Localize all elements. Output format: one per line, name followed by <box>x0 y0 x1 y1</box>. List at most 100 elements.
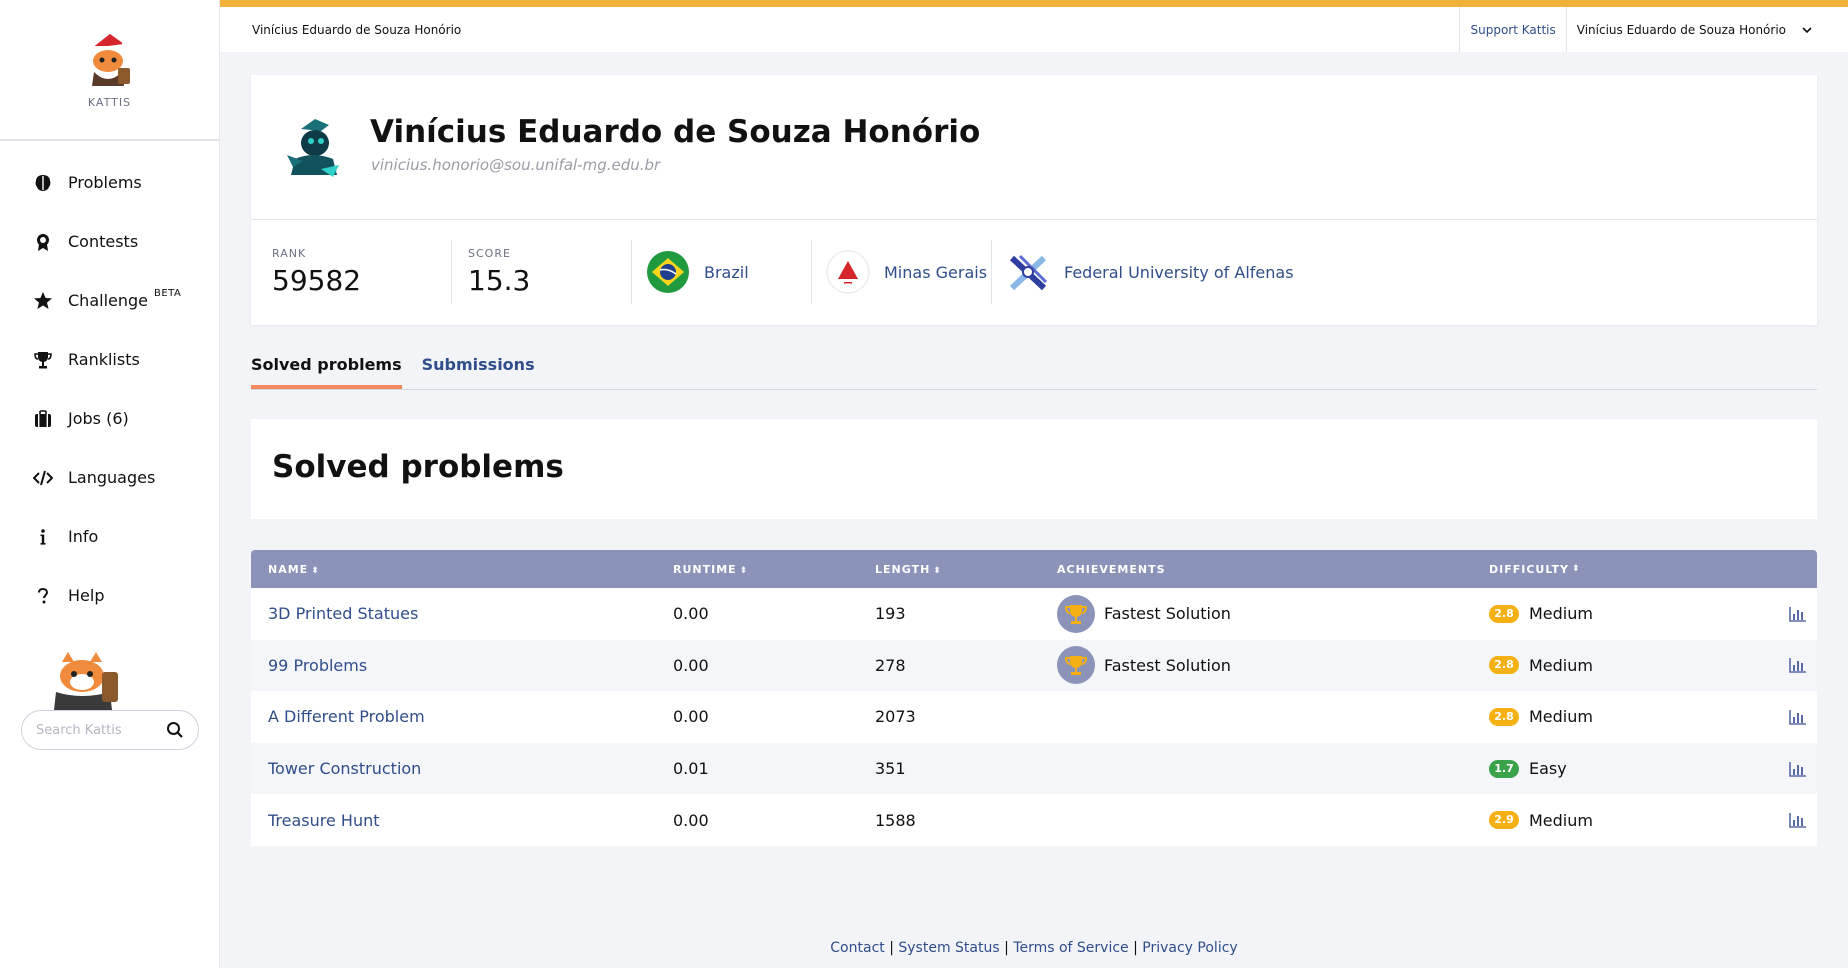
trophy-icon <box>1057 646 1095 685</box>
rank-label: RANK <box>272 247 307 260</box>
contact-link[interactable]: Contact <box>830 940 884 956</box>
account-name: Vinícius Eduardo de Souza Honório <box>1576 22 1786 37</box>
difficulty-badge: 2.8 <box>1489 604 1519 623</box>
problem-link[interactable]: Treasure Hunt <box>268 811 380 830</box>
bar-chart-icon[interactable] <box>1789 657 1807 674</box>
nav-label-contests: Contests <box>68 232 139 251</box>
country-link[interactable]: Brazil <box>632 240 812 304</box>
account-menu[interactable]: Vinícius Eduardo de Souza Honório <box>1565 7 1848 52</box>
nav-item-challenge[interactable]: Challenge BETA <box>0 271 219 330</box>
kattis-logo-icon[interactable] <box>78 30 142 86</box>
sort-icon: ⬍ <box>311 565 320 576</box>
university-logo-icon <box>1009 254 1048 291</box>
bar-chart-icon[interactable] <box>1789 761 1807 777</box>
university-link[interactable]: Federal University of Alfenas <box>992 240 1308 304</box>
profile-name: Vinícius Eduardo de Souza Honório <box>370 114 981 150</box>
nav-item-languages[interactable]: Languages <box>0 448 219 507</box>
problem-link[interactable]: 99 Problems <box>268 656 367 675</box>
avatar <box>287 119 339 177</box>
difficulty-cell: 2.8 Medium <box>1489 604 1779 623</box>
nav-item-jobs[interactable]: Jobs (6) <box>0 389 219 448</box>
nav-item-help[interactable]: Help <box>0 566 219 625</box>
nav-item-info[interactable]: Info <box>0 507 219 566</box>
difficulty-badge: 1.7 <box>1489 759 1519 778</box>
search-input[interactable] <box>36 722 156 738</box>
question-icon <box>32 585 54 607</box>
problem-link[interactable]: 3D Printed Statues <box>268 604 418 623</box>
search-box[interactable] <box>21 710 199 750</box>
tab-submissions[interactable]: Submissions <box>422 345 535 389</box>
header-name-label: NAME <box>268 562 309 576</box>
kattis-mascot-icon <box>54 652 118 710</box>
profile-stats: RANK 59582 SCORE 15.3 Brazil Minas Gerai… <box>251 220 1817 324</box>
difficulty-label: Medium <box>1529 655 1593 675</box>
nav-label-challenge: Challenge <box>68 291 148 310</box>
table-row: Treasure Hunt 0.00 1588 2.9 Medium <box>251 794 1817 846</box>
minas-gerais-flag-icon <box>826 250 870 294</box>
chevron-down-icon <box>1802 26 1812 33</box>
achievement-cell: Fastest Solution <box>1057 646 1489 685</box>
table-row: Tower Construction 0.01 351 1.7 Easy <box>251 742 1817 795</box>
achievement-label: Fastest Solution <box>1104 655 1231 675</box>
solved-problems-title: Solved problems <box>272 449 564 485</box>
nav-item-ranklists[interactable]: Ranklists <box>0 330 219 389</box>
column-header-difficulty[interactable]: DIFFICULTY ⬍ <box>1489 563 1779 576</box>
trophy-icon <box>32 349 54 371</box>
score-label: SCORE <box>468 247 511 260</box>
length-cell: 193 <box>875 604 906 624</box>
tab-solved-problems[interactable]: Solved problems <box>251 345 402 389</box>
nav-item-contests[interactable]: Contests <box>0 212 219 271</box>
difficulty-badge: 2.8 <box>1489 656 1519 675</box>
runtime-cell: 0.01 <box>673 759 709 779</box>
region-link[interactable]: Minas Gerais <box>812 240 992 304</box>
difficulty-label: Medium <box>1529 810 1593 830</box>
nav-label-ranklists: Ranklists <box>68 350 140 369</box>
difficulty-cell: 2.9 Medium <box>1489 811 1779 830</box>
privacy-policy-link[interactable]: Privacy Policy <box>1142 940 1237 956</box>
support-kattis-link[interactable]: Support Kattis <box>1459 7 1565 52</box>
difficulty-cell: 1.7 Easy <box>1489 759 1779 778</box>
nav-label-help: Help <box>68 586 105 605</box>
trophy-icon <box>1057 594 1095 633</box>
terms-of-service-link[interactable]: Terms of Service <box>1013 940 1128 956</box>
table-row: A Different Problem 0.00 2073 2.8 Medium <box>251 691 1817 743</box>
profile-tabs: Solved problems Submissions <box>251 345 1817 390</box>
solved-problems-panel: Solved problems <box>251 419 1817 519</box>
achievement-label: Fastest Solution <box>1104 604 1231 624</box>
problem-link[interactable]: A Different Problem <box>268 707 425 726</box>
star-icon <box>32 290 54 312</box>
bar-chart-icon[interactable] <box>1789 812 1807 828</box>
nav-label-jobs: Jobs (6) <box>68 409 129 428</box>
difficulty-label: Easy <box>1529 759 1567 779</box>
table-row: 3D Printed Statues 0.00 193 Fastest Solu… <box>251 588 1817 640</box>
briefcase-icon <box>32 408 54 430</box>
column-header-length[interactable]: LENGTH ⬍ <box>875 563 1057 576</box>
profile-header: Vinícius Eduardo de Souza Honório vinici… <box>251 75 1817 220</box>
code-icon <box>32 467 54 489</box>
runtime-cell: 0.00 <box>673 655 709 675</box>
column-header-runtime[interactable]: RUNTIME ⬍ <box>673 563 875 576</box>
difficulty-cell: 2.8 Medium <box>1489 656 1779 675</box>
bar-chart-icon[interactable] <box>1789 606 1807 622</box>
search-icon[interactable] <box>166 721 184 739</box>
profile-card: Vinícius Eduardo de Souza Honório vinici… <box>251 75 1817 325</box>
medal-icon <box>32 231 54 253</box>
nav-item-problems[interactable]: Problems <box>0 153 219 212</box>
length-cell: 351 <box>875 759 906 779</box>
info-icon <box>32 526 54 548</box>
brand[interactable]: KATTIS <box>0 0 219 141</box>
footer-separator: | <box>889 940 894 956</box>
system-status-link[interactable]: System Status <box>898 940 999 956</box>
topbar-username: Vinícius Eduardo de Souza Honório <box>252 22 462 37</box>
brain-icon <box>32 172 54 194</box>
column-header-name[interactable]: NAME ⬍ <box>251 563 673 576</box>
runtime-cell: 0.00 <box>673 604 709 624</box>
header-length-label: LENGTH <box>875 562 931 576</box>
region-name: Minas Gerais <box>884 262 988 282</box>
main-nav: Problems Contests Challenge BETA Ranklis… <box>0 153 219 625</box>
problem-link[interactable]: Tower Construction <box>268 759 421 778</box>
profile-email: vinicius.honorio@sou.unifal-mg.edu.br <box>371 156 661 174</box>
score-value: 15.3 <box>468 264 531 297</box>
university-name: Federal University of Alfenas <box>1064 262 1294 282</box>
bar-chart-icon[interactable] <box>1789 709 1807 725</box>
